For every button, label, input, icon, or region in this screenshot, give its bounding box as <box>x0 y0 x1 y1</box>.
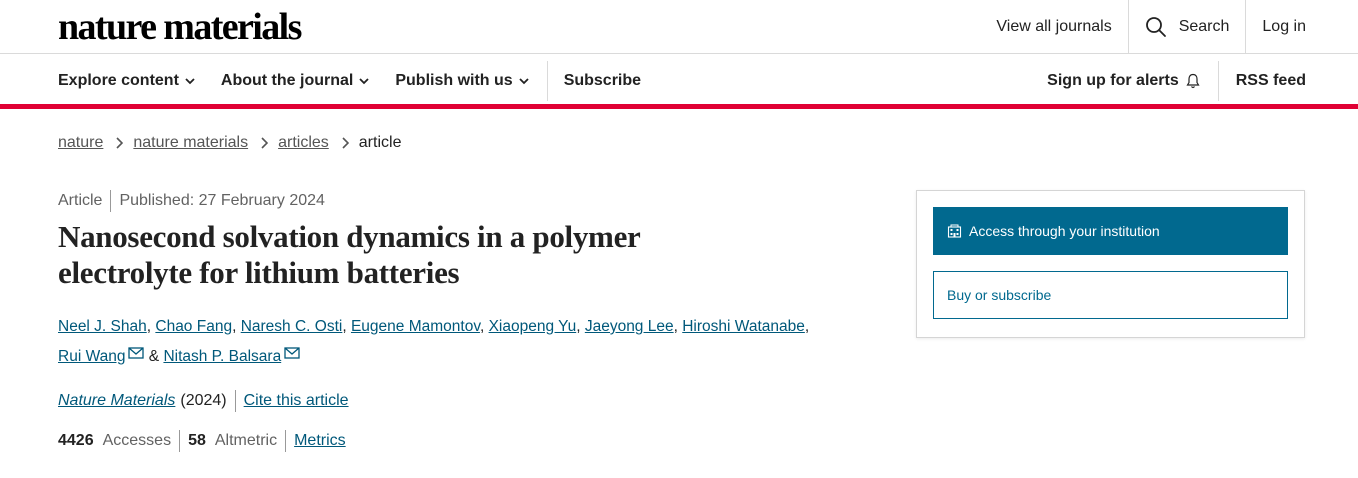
journal-line: Nature Materials (2024) Cite this articl… <box>58 390 349 412</box>
breadcrumb-nature-materials[interactable]: nature materials <box>133 134 248 152</box>
nav-sign-up-alerts[interactable]: Sign up for alerts <box>1047 72 1201 90</box>
top-links: View all journals Search Log in <box>980 0 1358 53</box>
nav-publish-with-us[interactable]: Publish with us <box>395 72 529 90</box>
article-type: Article <box>58 192 103 209</box>
altmetric-count: 58 <box>188 432 206 449</box>
stats-divider <box>179 430 181 452</box>
chevron-down-icon <box>519 78 529 85</box>
nav-subscribe-label: Subscribe <box>563 72 642 89</box>
top-header: nature materials View all journals Searc… <box>0 0 1358 54</box>
author-link[interactable]: Eugene Mamontov <box>351 318 480 335</box>
meta-divider <box>110 190 112 212</box>
breadcrumb-nature[interactable]: nature <box>58 134 103 152</box>
author-link[interactable]: Chao Fang <box>155 318 232 335</box>
nav-divider <box>546 61 548 101</box>
stats-divider <box>285 430 287 452</box>
access-institution-button[interactable]: Access through your institution <box>933 207 1288 255</box>
login-link[interactable]: Log in <box>1245 0 1358 53</box>
search-icon <box>1145 16 1166 37</box>
breadcrumb-articles[interactable]: articles <box>278 134 329 152</box>
article-meta: Article Published: 27 February 2024 <box>58 190 325 212</box>
journal-year: (2024) <box>180 392 227 409</box>
journal-divider <box>234 390 236 412</box>
author-link[interactable]: Naresh C. Osti <box>241 318 343 335</box>
mail-icon[interactable] <box>284 347 300 359</box>
buy-subscribe-button[interactable]: Buy or subscribe <box>933 271 1288 319</box>
institution-icon <box>947 224 962 238</box>
nav-explore-label: Explore content <box>58 72 179 89</box>
nav-rss-label: RSS feed <box>1235 72 1306 89</box>
nav-left: Explore content About the journal Publis… <box>58 54 667 108</box>
login-label: Log in <box>1262 17 1306 35</box>
nav-rss-feed[interactable]: RSS feed <box>1236 72 1306 90</box>
buy-subscribe-label: Buy or subscribe <box>947 287 1052 303</box>
nav-right: Sign up for alerts RSS feed <box>1047 54 1306 108</box>
chevron-right-icon <box>116 137 124 149</box>
author-link[interactable]: Jaeyong Lee <box>585 318 674 335</box>
nav-divider <box>1217 61 1219 101</box>
accesses-label: Accesses <box>102 432 172 449</box>
journal-name-link[interactable]: Nature Materials <box>58 392 175 410</box>
chevron-right-icon <box>261 137 269 149</box>
breadcrumb-current: article <box>358 134 402 151</box>
search-button[interactable]: Search <box>1127 0 1246 53</box>
author-link[interactable]: Nitash P. Balsara <box>163 348 281 365</box>
access-institution-label: Access through your institution <box>969 223 1160 239</box>
site-logo[interactable]: nature materials <box>58 6 302 48</box>
article-title: Nanosecond solvation dynamics in a polym… <box>58 219 640 290</box>
nav-alerts-label: Sign up for alerts <box>1047 72 1179 89</box>
altmetric-label: Altmetric <box>214 432 278 449</box>
accesses-count: 4426 <box>58 432 94 449</box>
nav-subscribe[interactable]: Subscribe <box>564 72 641 90</box>
chevron-right-icon <box>342 137 349 149</box>
nav-publish-label: Publish with us <box>395 72 513 89</box>
author-link[interactable]: Neel J. Shah <box>58 318 147 335</box>
view-all-journals-link[interactable]: View all journals <box>980 0 1127 53</box>
nav-about-journal[interactable]: About the journal <box>221 72 369 90</box>
article-stats: 4426 Accesses 58 Altmetric Metrics <box>58 430 346 452</box>
bell-icon <box>1186 73 1200 89</box>
search-label: Search <box>1178 17 1230 35</box>
main-nav: Explore content About the journal Publis… <box>0 54 1358 109</box>
author-link[interactable]: Xiaopeng Yu <box>489 318 577 335</box>
mail-icon[interactable] <box>128 347 145 359</box>
metrics-link[interactable]: Metrics <box>294 432 346 450</box>
access-box: Access through your institution Buy or s… <box>916 190 1305 338</box>
nav-explore-content[interactable]: Explore content <box>58 72 195 90</box>
view-all-journals-label: View all journals <box>996 17 1112 35</box>
breadcrumb: nature nature materials articles article <box>58 134 401 152</box>
author-link[interactable]: Hiroshi Watanabe <box>682 318 805 335</box>
cite-article-link[interactable]: Cite this article <box>244 392 349 410</box>
author-link[interactable]: Rui Wang <box>58 348 125 365</box>
chevron-down-icon <box>185 78 195 85</box>
published-date: Published: 27 February 2024 <box>119 192 325 209</box>
author-list: Neel J. Shah, Chao Fang, Naresh C. Osti,… <box>58 318 810 365</box>
chevron-down-icon <box>359 78 369 85</box>
nav-about-label: About the journal <box>220 72 354 89</box>
